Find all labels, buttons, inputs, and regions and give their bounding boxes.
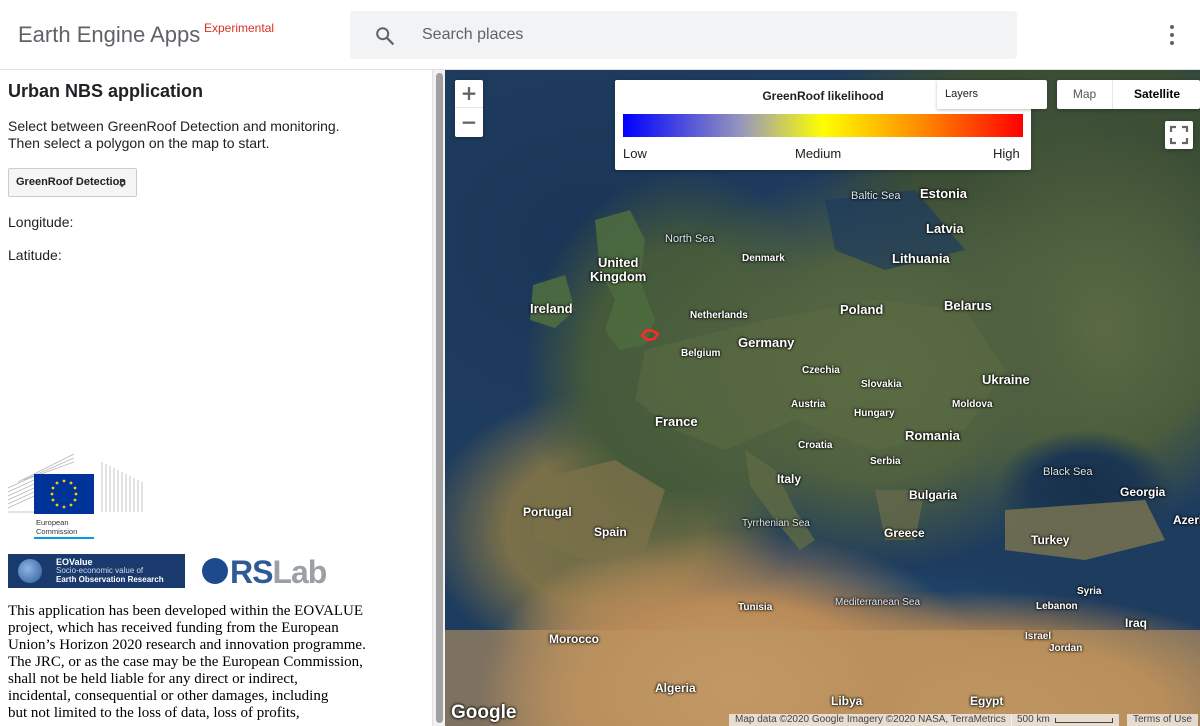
- map-label-slovakia: Slovakia: [861, 379, 902, 390]
- legend-color-bar: [623, 114, 1023, 137]
- map-label-italy: Italy: [777, 472, 802, 486]
- side-panel: Urban NBS application Select between Gre…: [0, 70, 432, 726]
- map-label-georgia: Georgia: [1120, 485, 1166, 499]
- map-label-lithuania: Lithuania: [892, 251, 950, 266]
- map-label-turkey: Turkey: [1031, 533, 1070, 547]
- zoom-out-button[interactable]: −: [455, 109, 483, 137]
- panel-scrollbar[interactable]: [432, 70, 445, 726]
- google-logo: Google: [451, 702, 517, 723]
- selected-polygon-marker[interactable]: [641, 329, 659, 341]
- map-label-algeria: Algeria: [655, 681, 696, 695]
- european-commission-logo: European Commission: [7, 453, 143, 539]
- map-label-belarus: Belarus: [944, 298, 992, 313]
- fullscreen-button[interactable]: [1165, 121, 1193, 149]
- map-type-control: Map Satellite: [1057, 80, 1200, 109]
- map-label-libya: Libya: [831, 694, 863, 708]
- experimental-badge: Experimental: [204, 21, 275, 35]
- map-label-ireland: Ireland: [530, 301, 573, 316]
- map-label-serbia: Serbia: [870, 456, 901, 467]
- globe-icon: [18, 559, 42, 583]
- map-label-hungary: Hungary: [854, 408, 895, 419]
- map-view[interactable]: Baltic Sea Estonia Latvia North Sea Unit…: [445, 70, 1200, 726]
- zoom-control: + −: [455, 80, 483, 137]
- map-label-azerbaijan: Azerb: [1173, 513, 1200, 527]
- map-label-austria: Austria: [791, 399, 826, 410]
- scrollbar-thumb[interactable]: [436, 73, 443, 723]
- legend-low-label: Low: [623, 146, 647, 161]
- legend-high-label: High: [993, 146, 1020, 161]
- search-box: [350, 11, 1017, 59]
- longitude-label: Longitude:: [8, 214, 74, 230]
- globe-icon: [202, 558, 228, 584]
- app-header: Earth Engine Apps Experimental: [0, 0, 1200, 70]
- disclaimer-text: This application has been developed with…: [8, 603, 366, 721]
- panel-description: Select between GreenRoof Detection and m…: [8, 118, 340, 151]
- panel-title: Urban NBS application: [8, 81, 204, 101]
- map-label-latvia: Latvia: [926, 221, 964, 236]
- eovalue-logo: EOValue Socio-economic value of Earth Ob…: [8, 554, 185, 588]
- map-label-united-kingdom: United Kingdom: [590, 255, 647, 284]
- map-label-portugal: Portugal: [523, 505, 572, 519]
- map-label-lebanon: Lebanon: [1036, 601, 1078, 612]
- map-label-egypt: Egypt: [970, 694, 1004, 708]
- map-label-iraq: Iraq: [1125, 616, 1148, 630]
- map-label-ukraine: Ukraine: [982, 372, 1030, 387]
- map-label-moldova: Moldova: [952, 399, 993, 410]
- map-type-satellite-button[interactable]: Satellite: [1114, 80, 1200, 109]
- more-options-icon[interactable]: [1160, 22, 1184, 48]
- map-label-morocco: Morocco: [549, 632, 600, 646]
- map-label-denmark: Denmark: [742, 253, 785, 264]
- rslab-logo: RSLab: [200, 554, 344, 590]
- map-label-spain: Spain: [594, 525, 627, 539]
- layers-button[interactable]: Layers: [937, 80, 1047, 109]
- map-label-tyrrhenian-sea: Tyrrhenian Sea: [742, 518, 810, 529]
- map-label-tunisia: Tunisia: [738, 602, 773, 613]
- map-label-baltic-sea: Baltic Sea: [851, 190, 901, 202]
- fullscreen-icon: [1169, 125, 1189, 145]
- map-label-estonia: Estonia: [920, 186, 967, 201]
- mode-select[interactable]: GreenRoof Detection: [8, 168, 137, 197]
- map-label-germany: Germany: [738, 335, 795, 350]
- mode-select-value: GreenRoof Detection: [16, 176, 127, 188]
- map-label-black-sea: Black Sea: [1043, 466, 1093, 478]
- map-scale[interactable]: 500 km: [1011, 714, 1119, 726]
- map-label-belgium: Belgium: [681, 348, 721, 359]
- search-icon[interactable]: [374, 25, 396, 47]
- map-label-poland: Poland: [840, 302, 884, 317]
- map-type-map-button[interactable]: Map: [1057, 80, 1113, 109]
- map-label-north-sea: North Sea: [665, 233, 715, 245]
- map-attribution: Map data ©2020 Google Imagery ©2020 NASA…: [729, 714, 1012, 726]
- eovalue-logo-line3: Earth Observation Research: [56, 575, 164, 584]
- ec-logo-text-1: European: [36, 518, 69, 527]
- map-label-czechia: Czechia: [802, 365, 840, 376]
- terms-of-use-link[interactable]: Terms of Use: [1127, 714, 1198, 726]
- map-label-croatia: Croatia: [798, 440, 833, 451]
- map-label-syria: Syria: [1077, 586, 1102, 597]
- legend-medium-label: Medium: [795, 146, 842, 161]
- zoom-in-button[interactable]: +: [455, 80, 483, 108]
- map-label-romania: Romania: [905, 428, 960, 443]
- rslab-logo-text: RSLab: [230, 554, 327, 590]
- latitude-label: Latitude:: [8, 247, 62, 263]
- map-label-france: France: [655, 414, 698, 429]
- scale-bar: [1055, 718, 1113, 723]
- map-label-greece: Greece: [884, 526, 925, 540]
- map-label-bulgaria: Bulgaria: [909, 488, 958, 502]
- eovalue-logo-line2: Socio-economic value of: [56, 566, 144, 575]
- search-input[interactable]: [422, 11, 1002, 59]
- map-label-israel: Israel: [1025, 631, 1052, 642]
- map-label-jordan: Jordan: [1049, 643, 1083, 654]
- ec-logo-text-2: Commission: [36, 527, 77, 536]
- select-arrows-icon: [119, 178, 125, 188]
- app-brand[interactable]: Earth Engine Apps: [18, 22, 200, 48]
- map-label-netherlands: Netherlands: [690, 310, 748, 321]
- scale-label: 500 km: [1017, 714, 1050, 725]
- map-label-mediterranean-sea: Mediterranean Sea: [835, 597, 921, 608]
